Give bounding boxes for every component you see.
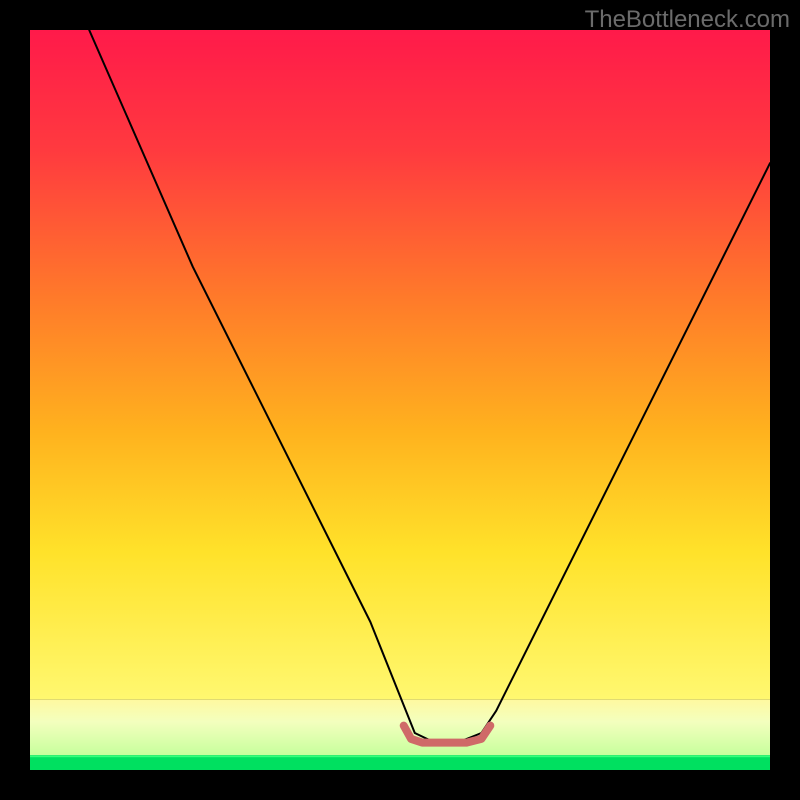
green-highlight [30,755,770,757]
gradient-background [30,30,770,700]
watermark-text: TheBottleneck.com [585,6,790,34]
pale-band [30,700,770,756]
chart-stage: TheBottleneck.com [0,0,800,800]
green-band [30,755,770,770]
bottleneck-chart [0,0,800,800]
